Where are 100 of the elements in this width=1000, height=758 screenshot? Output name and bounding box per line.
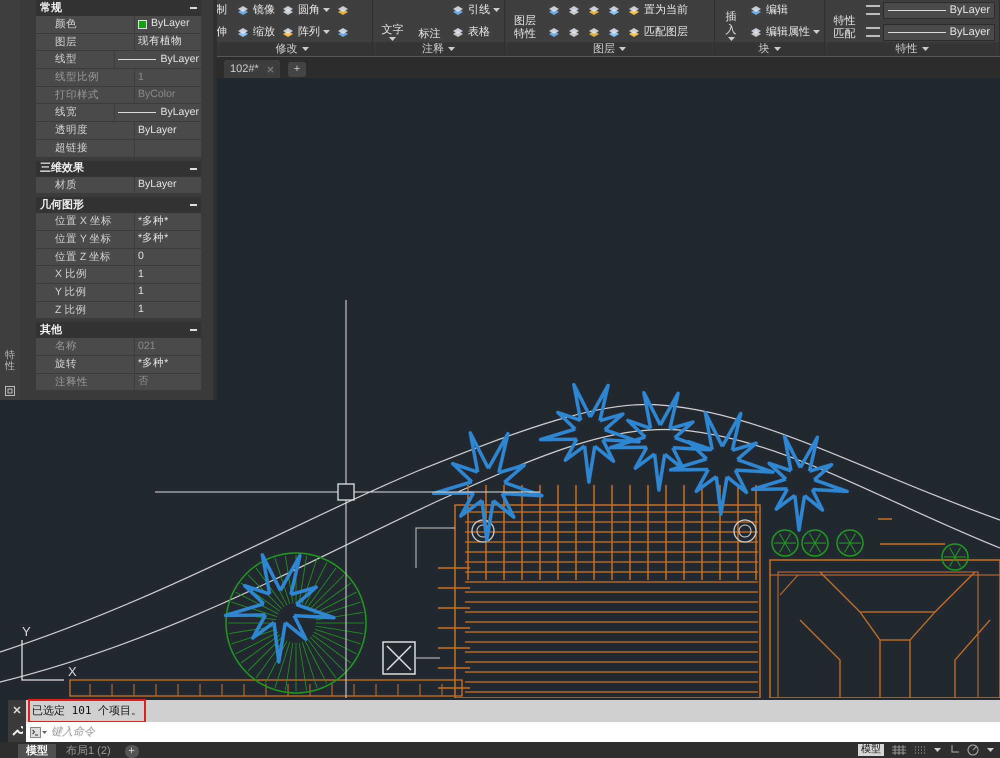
section-header[interactable]: 三维效果 bbox=[36, 160, 201, 176]
new-tab-button[interactable]: + bbox=[288, 62, 306, 77]
section-header[interactable]: 其他 bbox=[36, 322, 201, 338]
tool-icon bbox=[236, 25, 250, 39]
property-label: 图层 bbox=[52, 34, 135, 50]
property-value[interactable]: ByLayer bbox=[138, 176, 177, 193]
caret-icon bbox=[619, 47, 626, 51]
ribbon-large-button[interactable]: 插入 bbox=[719, 1, 743, 41]
pickbox bbox=[337, 483, 355, 501]
caret-icon bbox=[448, 47, 455, 51]
tool-icon[interactable] bbox=[587, 25, 601, 39]
property-value[interactable]: *多种* bbox=[138, 356, 168, 372]
column-symbol bbox=[733, 519, 757, 543]
line-sample bbox=[118, 59, 156, 60]
linetype-icon bbox=[866, 5, 880, 15]
property-label: Z 比例 bbox=[52, 302, 135, 318]
tool-icon[interactable] bbox=[547, 3, 561, 17]
shrub-symbol bbox=[771, 529, 799, 557]
property-label: 名称 bbox=[52, 338, 135, 355]
property-label: 线型 bbox=[52, 51, 116, 68]
tool-icon[interactable] bbox=[607, 3, 621, 17]
ribbon-button[interactable]: 表格 bbox=[451, 24, 490, 40]
ribbon-button[interactable]: 制 bbox=[216, 2, 230, 18]
ribbon-button[interactable]: 置为当前 bbox=[627, 2, 688, 18]
tool-icon[interactable] bbox=[607, 25, 621, 39]
panel-title-button[interactable]: 图层 bbox=[593, 40, 626, 58]
caret-icon bbox=[934, 748, 941, 752]
property-label: 位置 X 坐标 bbox=[52, 213, 135, 230]
linetype-dropdown[interactable]: ByLayer bbox=[883, 2, 995, 18]
property-value[interactable]: 1 bbox=[138, 284, 144, 300]
palette-icon[interactable] bbox=[5, 386, 15, 396]
section-header[interactable]: 几何图形 bbox=[36, 197, 201, 214]
tool-icon[interactable] bbox=[336, 25, 350, 39]
caret-icon bbox=[922, 47, 928, 51]
ribbon-large-button[interactable]: 文字 bbox=[377, 1, 408, 41]
document-tab[interactable]: 102#* bbox=[224, 60, 280, 78]
ribbon-large-button[interactable]: 标注 bbox=[414, 1, 445, 41]
polar-tracking-icon[interactable] bbox=[967, 744, 979, 756]
shrub-symbol bbox=[801, 529, 829, 557]
property-value[interactable]: 1 bbox=[138, 302, 144, 318]
tool-icon[interactable] bbox=[336, 3, 350, 17]
property-value[interactable]: ByLayer bbox=[160, 104, 199, 121]
property-label: 线宽 bbox=[52, 104, 116, 122]
ribbon-button[interactable]: 匹配图层 bbox=[627, 24, 688, 40]
axis-label: X bbox=[68, 664, 77, 679]
model-space-button[interactable]: 模型 bbox=[858, 744, 884, 756]
tool-icon[interactable] bbox=[547, 25, 561, 39]
ribbon-large-button[interactable]: 图层特性 bbox=[509, 1, 541, 41]
property-value[interactable]: ByLayer bbox=[151, 16, 190, 32]
tool-icon bbox=[451, 25, 465, 39]
grid-icon[interactable] bbox=[892, 745, 906, 755]
property-label: 注释性 bbox=[52, 374, 135, 390]
property-value[interactable]: *多种* bbox=[138, 231, 168, 248]
property-value[interactable]: 现有植物 bbox=[138, 34, 182, 50]
ribbon-button[interactable]: 编辑属性 bbox=[749, 24, 820, 40]
property-label: 位置 Y 坐标 bbox=[52, 230, 135, 248]
ribbon-button[interactable]: 缩放 bbox=[236, 24, 275, 40]
ribbon-button[interactable]: 阵列 bbox=[281, 24, 330, 40]
ribbon-button[interactable]: 伸 bbox=[216, 24, 230, 40]
property-label: 超链接 bbox=[52, 140, 135, 156]
axis-label: Y bbox=[22, 624, 31, 639]
tool-icon bbox=[627, 3, 641, 17]
wrench-icon[interactable] bbox=[12, 725, 22, 736]
cursor-icon[interactable] bbox=[949, 745, 959, 755]
property-value[interactable]: *多种* bbox=[138, 214, 168, 230]
tool-icon bbox=[451, 3, 465, 17]
caret-icon bbox=[774, 47, 780, 51]
column-symbol bbox=[471, 519, 495, 543]
tool-icon bbox=[281, 3, 295, 17]
property-value[interactable]: ByLayer bbox=[160, 52, 199, 68]
line-sample bbox=[118, 112, 156, 114]
property-label: Y 比例 bbox=[52, 284, 135, 301]
shrub-symbol bbox=[941, 543, 969, 571]
property-value[interactable]: 1 bbox=[138, 266, 144, 282]
property-label: X 比例 bbox=[52, 266, 135, 283]
property-label: 打印样式 bbox=[52, 86, 135, 104]
property-value[interactable]: ByLayer bbox=[138, 122, 177, 138]
add-layout-button[interactable]: + bbox=[124, 745, 139, 758]
ribbon-button[interactable]: 编辑 bbox=[749, 2, 788, 18]
ribbon-large-button[interactable]: 特性匹配 bbox=[829, 1, 860, 41]
tool-icon[interactable] bbox=[587, 3, 601, 17]
collapse-icon[interactable] bbox=[190, 204, 197, 206]
tool-icon bbox=[627, 25, 641, 39]
ribbon-button[interactable]: 引线 bbox=[451, 2, 500, 18]
ribbon-button[interactable]: 镜像 bbox=[236, 2, 275, 18]
linetype-dropdown[interactable]: ByLayer bbox=[883, 24, 995, 40]
tool-icon[interactable] bbox=[567, 3, 581, 17]
tool-icon bbox=[236, 3, 250, 17]
snap-icon[interactable] bbox=[914, 745, 926, 755]
property-label: 旋转 bbox=[52, 356, 135, 373]
palette-title: 特性 bbox=[5, 350, 15, 372]
caret-icon bbox=[987, 748, 994, 752]
ribbon-button[interactable]: 圆角 bbox=[281, 2, 330, 18]
tool-icon[interactable] bbox=[567, 25, 581, 39]
property-label: 材质 bbox=[52, 176, 135, 194]
layout-tab[interactable]: 模型 bbox=[18, 744, 56, 758]
prompt-icon[interactable] bbox=[30, 726, 47, 738]
collapse-icon[interactable] bbox=[190, 329, 197, 332]
section-header[interactable]: 常规 bbox=[36, 0, 201, 16]
property-value[interactable]: 0 bbox=[138, 249, 144, 265]
